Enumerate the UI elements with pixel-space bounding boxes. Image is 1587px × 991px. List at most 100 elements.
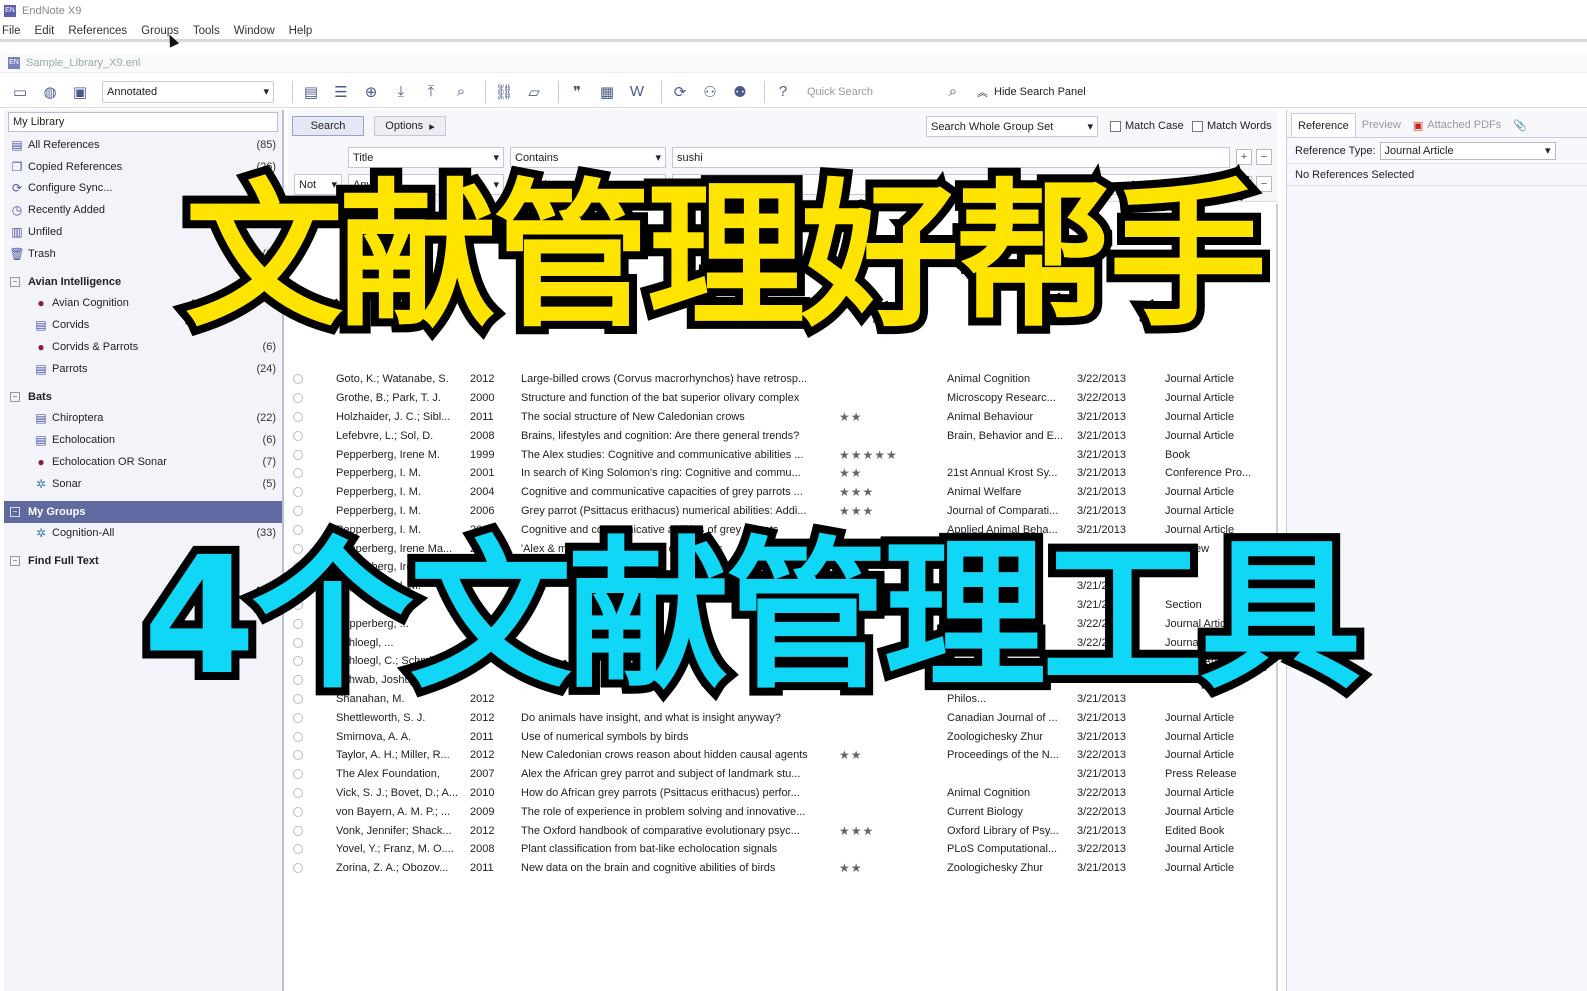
- search-button[interactable]: Search: [292, 116, 364, 136]
- menu-help[interactable]: Help: [289, 25, 313, 37]
- cell-rating[interactable]: ★★★: [839, 485, 937, 499]
- tab-attached-pdfs[interactable]: ▣ Attached PDFs: [1407, 113, 1507, 137]
- menu-edit[interactable]: Edit: [35, 25, 55, 37]
- table-row[interactable]: von Bayern, A. M. P.; ... 2009 The role of…: [288, 802, 1278, 821]
- reference-type-value: Journal Article: [1384, 144, 1454, 157]
- reference-type-select[interactable]: Journal Article ▾: [1379, 141, 1556, 160]
- return-to-word-icon[interactable]: W: [625, 80, 649, 104]
- collapse-icon[interactable]: −: [10, 391, 20, 402]
- table-row[interactable]: Grothe, B.; Park, T. J. 2000 Structure and…: [288, 389, 1278, 408]
- local-library-mode-icon[interactable]: ▭: [8, 80, 32, 104]
- collapse-icon[interactable]: −: [10, 276, 20, 287]
- table-row[interactable]: Pepperberg, I. M. 2006 Grey parrot (Psitta…: [288, 502, 1278, 521]
- remove-search-row-icon[interactable]: −: [1256, 149, 1272, 165]
- cell-title: How do African grey parrots (Psittacus e…: [521, 786, 800, 799]
- my-library-header[interactable]: My Library: [8, 112, 278, 132]
- match-case-checkbox[interactable]: Match Case: [1110, 120, 1184, 132]
- quick-search-input[interactable]: Quick Search: [801, 81, 941, 103]
- copy-icon: ❐: [11, 159, 23, 174]
- cell-rating[interactable]: ★★: [839, 748, 937, 762]
- integrated-library-mode-icon[interactable]: ▣: [68, 80, 92, 104]
- menu-window[interactable]: Window: [234, 25, 275, 37]
- sidebar-item-sonar[interactable]: ✲ Sonar (5): [4, 473, 282, 495]
- table-row[interactable]: Yovel, Y.; Franz, M. O.... 2008 Plant clas…: [288, 840, 1278, 859]
- chevron-right-icon: ▸: [429, 120, 435, 133]
- sync-icon[interactable]: ⟳: [668, 80, 692, 104]
- table-row[interactable]: Smirnova, A. A. 2011 Use of numerical symb…: [288, 727, 1278, 746]
- read-status-icon: [293, 750, 303, 761]
- import-icon[interactable]: ⤓: [389, 80, 413, 104]
- cell-rating[interactable]: ★★: [839, 466, 937, 480]
- open-file-icon[interactable]: ▱: [522, 80, 546, 104]
- table-row[interactable]: Pepperberg, I. M. 2001 In search of King S…: [288, 464, 1278, 483]
- sidebar-item-echolocation[interactable]: ▤ Echolocation (6): [4, 429, 282, 451]
- menu-references[interactable]: References: [68, 25, 127, 37]
- share-group-icon[interactable]: ⚉: [728, 80, 752, 104]
- table-row[interactable]: Pepperberg, I. M. 2004 Cognitive and commu…: [288, 483, 1278, 502]
- cell-rating[interactable]: ★★: [839, 861, 937, 875]
- cell-rating[interactable]: ★★★★★: [839, 448, 937, 462]
- share-library-icon[interactable]: ⚇: [698, 80, 722, 104]
- sidebar-item-label: Echolocation: [52, 434, 115, 447]
- table-row[interactable]: Shettleworth, S. J. 2012 Do animals have i…: [288, 708, 1278, 727]
- chevron-down-icon: ▾: [1087, 121, 1093, 133]
- table-row[interactable]: Zorina, Z. A.; Obozov... 2011 New data on …: [288, 859, 1278, 878]
- open-link-icon[interactable]: ⛓: [492, 80, 516, 104]
- format-bibliography-icon[interactable]: ▦: [595, 80, 619, 104]
- help-icon[interactable]: ?: [771, 80, 795, 104]
- cell-last-updated: 3/21/2013: [1077, 730, 1126, 743]
- new-group-icon[interactable]: ▤: [299, 80, 323, 104]
- group-set-bats[interactable]: − Bats: [4, 386, 282, 408]
- cell-title: Large-billed crows (Corvus macrorhynchos…: [521, 373, 808, 386]
- table-row[interactable]: Pepperberg, Irene M. 1999 The Alex studies…: [288, 445, 1278, 464]
- output-style-select[interactable]: Annotated ▾: [102, 80, 274, 103]
- search-scope-select[interactable]: Search Whole Group Set ▾: [926, 116, 1098, 137]
- options-button[interactable]: Options ▸: [374, 116, 446, 136]
- cell-journal: Zoologichesky Zhur: [947, 730, 1043, 743]
- cell-author: Pepperberg, I. M.: [336, 486, 421, 499]
- find-full-text-icon[interactable]: ⌕: [449, 80, 473, 104]
- attach-file-tab[interactable]: 📎: [1507, 113, 1533, 137]
- online-search-icon[interactable]: ⊕: [359, 80, 383, 104]
- add-search-row-icon[interactable]: +: [1236, 149, 1252, 165]
- cell-title: In search of King Solomon's ring: Cognit…: [521, 467, 801, 480]
- toolbar-divider: [558, 80, 559, 103]
- chevron-down-icon: ▾: [1544, 145, 1551, 157]
- tab-label: Preview: [1361, 119, 1401, 131]
- table-row[interactable]: Vick, S. J.; Bovet, D.; A... 2010 How do A…: [288, 784, 1278, 803]
- table-row[interactable]: Lefebvre, L.; Sol, D. 2008 Brains, lifesty…: [288, 426, 1278, 445]
- cell-rating[interactable]: ★★★: [839, 504, 937, 518]
- cell-year: 2011: [470, 730, 494, 743]
- collapse-icon[interactable]: −: [10, 506, 20, 517]
- cell-last-updated: 3/22/2013: [1077, 749, 1126, 762]
- sidebar-item-chiroptera[interactable]: ▤ Chiroptera (22): [4, 408, 282, 430]
- new-reference-icon[interactable]: ☰: [329, 80, 353, 104]
- group-set-my-groups[interactable]: − My Groups: [4, 500, 282, 523]
- tab-reference[interactable]: Reference: [1291, 113, 1356, 137]
- table-row[interactable]: Goto, K.; Watanabe, S. 2012 Large-billed c…: [288, 370, 1278, 389]
- table-row[interactable]: Taylor, A. H.; Miller, R... 2012 New Caled…: [288, 746, 1278, 765]
- menu-tools[interactable]: Tools: [193, 25, 220, 37]
- sidebar-item-count: (5): [262, 477, 276, 490]
- cell-rating[interactable]: ★★: [839, 410, 937, 424]
- export-icon[interactable]: ⤒: [419, 80, 443, 104]
- tab-preview[interactable]: Preview: [1356, 113, 1407, 137]
- online-search-mode-icon[interactable]: ◍: [38, 80, 62, 104]
- search-icon[interactable]: ⌕: [941, 80, 965, 104]
- menu-file[interactable]: File: [2, 25, 21, 37]
- hide-search-panel-button[interactable]: ︽ Hide Search Panel: [977, 84, 1086, 100]
- sidebar-item-echolocation-or-sonar[interactable]: ● Echolocation OR Sonar (7): [4, 451, 282, 473]
- read-status-icon: [293, 806, 303, 817]
- read-status-icon: [293, 731, 303, 742]
- match-words-checkbox[interactable]: Match Words: [1192, 120, 1272, 132]
- table-row[interactable]: The Alex Foundation, 2007 Alex the African…: [288, 765, 1278, 784]
- cell-year: 2008: [470, 429, 495, 442]
- sidebar-item-parrots[interactable]: ▤ Parrots (24): [4, 358, 282, 380]
- table-row[interactable]: Vonk, Jennifer; Shack... 2012 The Oxford h…: [288, 821, 1278, 840]
- cell-title: Brains, lifestyles and cognition: Are th…: [521, 429, 800, 442]
- sidebar-item-all-references[interactable]: ▤ All References (85): [4, 134, 282, 156]
- insert-citation-icon[interactable]: ❞: [565, 80, 589, 104]
- collapse-icon[interactable]: −: [10, 556, 20, 567]
- table-row[interactable]: Holzhaider, J. C.; Sibl... 2011 The social…: [288, 408, 1278, 427]
- cell-rating[interactable]: ★★★: [839, 824, 937, 838]
